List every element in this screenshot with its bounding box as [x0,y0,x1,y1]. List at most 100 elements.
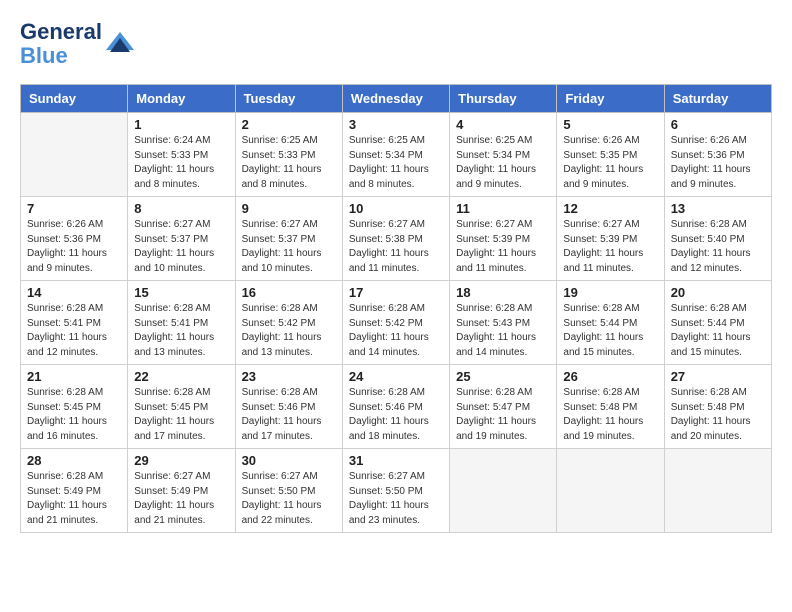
day-number: 23 [242,369,336,384]
calendar-cell: 20Sunrise: 6:28 AMSunset: 5:44 PMDayligh… [664,281,771,365]
calendar-cell: 13 Sunrise: 6:28 AMSunset: 5:40 PMDayligh… [664,197,771,281]
day-number: 11 [456,201,550,216]
day-number: 9 [242,201,336,216]
week-row-3: 14 Sunrise: 6:28 AMSunset: 5:41 PMDayligh… [21,281,772,365]
day-info: Sunrise: 6:27 AMSunset: 5:37 PMDaylight:… [242,218,336,276]
logo-icon [104,30,136,58]
calendar-cell: 29Sunrise: 6:27 AMSunset: 5:49 PMDayligh… [128,449,235,533]
day-number: 5 [563,117,657,132]
calendar-cell: 23Sunrise: 6:28 AMSunset: 5:46 PMDayligh… [235,365,342,449]
day-info: Sunrise: 6:25 AMSunset: 5:34 PMDaylight:… [349,134,443,192]
day-info: Sunrise: 6:28 AMSunset: 5:43 PMDaylight:… [456,302,550,360]
day-number: 1 [134,117,228,132]
day-info: Sunrise: 6:28 AMSunset: 5:44 PMDaylight:… [563,302,657,360]
day-number: 27 [671,369,765,384]
header: GeneralBlue [20,20,772,68]
day-info: Sunrise: 6:28 AMSunset: 5:42 PMDaylight:… [242,302,336,360]
day-info: Sunrise: 6:24 AMSunset: 5:33 PMDaylight:… [134,134,228,192]
logo-text: GeneralBlue [20,20,102,68]
week-row-2: 7 Sunrise: 6:26 AMSunset: 5:36 PMDaylight… [21,197,772,281]
week-row-1: 1 Sunrise: 6:24 AMSunset: 5:33 PMDaylight… [21,113,772,197]
calendar-cell: 10Sunrise: 6:27 AMSunset: 5:38 PMDayligh… [342,197,449,281]
day-number: 6 [671,117,765,132]
calendar-table: SundayMondayTuesdayWednesdayThursdayFrid… [20,84,772,533]
calendar-cell: 15 Sunrise: 6:28 AMSunset: 5:41 PMDayligh… [128,281,235,365]
calendar-cell: 21 Sunrise: 6:28 AMSunset: 5:45 PMDayligh… [21,365,128,449]
week-row-4: 21 Sunrise: 6:28 AMSunset: 5:45 PMDayligh… [21,365,772,449]
day-info: Sunrise: 6:25 AMSunset: 5:33 PMDaylight:… [242,134,336,192]
day-info: Sunrise: 6:26 AMSunset: 5:36 PMDaylight:… [27,218,121,276]
day-info: Sunrise: 6:28 AMSunset: 5:41 PMDaylight:… [27,302,121,360]
calendar-cell: 12Sunrise: 6:27 AMSunset: 5:39 PMDayligh… [557,197,664,281]
day-info: Sunrise: 6:28 AMSunset: 5:46 PMDaylight:… [349,386,443,444]
day-number: 17 [349,285,443,300]
calendar-cell: 8Sunrise: 6:27 AMSunset: 5:37 PMDaylight… [128,197,235,281]
day-info: Sunrise: 6:28 AMSunset: 5:48 PMDaylight:… [671,386,765,444]
calendar-cell: 22 Sunrise: 6:28 AMSunset: 5:45 PMDayligh… [128,365,235,449]
day-info: Sunrise: 6:27 AMSunset: 5:50 PMDaylight:… [242,470,336,528]
calendar-cell: 28 Sunrise: 6:28 AMSunset: 5:49 PMDayligh… [21,449,128,533]
col-header-tuesday: Tuesday [235,85,342,113]
day-info: Sunrise: 6:26 AMSunset: 5:36 PMDaylight:… [671,134,765,192]
day-number: 18 [456,285,550,300]
day-info: Sunrise: 6:27 AMSunset: 5:38 PMDaylight:… [349,218,443,276]
calendar-cell: 31 Sunrise: 6:27 AMSunset: 5:50 PMDayligh… [342,449,449,533]
day-number: 22 [134,369,228,384]
calendar-cell: 4 Sunrise: 6:25 AMSunset: 5:34 PMDaylight… [450,113,557,197]
col-header-saturday: Saturday [664,85,771,113]
calendar-cell [21,113,128,197]
calendar-cell: 25Sunrise: 6:28 AMSunset: 5:47 PMDayligh… [450,365,557,449]
day-number: 31 [349,453,443,468]
day-number: 7 [27,201,121,216]
header-row: SundayMondayTuesdayWednesdayThursdayFrid… [21,85,772,113]
calendar-cell: 18 Sunrise: 6:28 AMSunset: 5:43 PMDayligh… [450,281,557,365]
day-number: 13 [671,201,765,216]
day-info: Sunrise: 6:28 AMSunset: 5:41 PMDaylight:… [134,302,228,360]
day-number: 30 [242,453,336,468]
col-header-thursday: Thursday [450,85,557,113]
day-number: 15 [134,285,228,300]
calendar-cell: 26 Sunrise: 6:28 AMSunset: 5:48 PMDayligh… [557,365,664,449]
day-number: 3 [349,117,443,132]
day-number: 21 [27,369,121,384]
calendar-cell: 19 Sunrise: 6:28 AMSunset: 5:44 PMDayligh… [557,281,664,365]
day-info: Sunrise: 6:25 AMSunset: 5:34 PMDaylight:… [456,134,550,192]
calendar-cell [664,449,771,533]
col-header-wednesday: Wednesday [342,85,449,113]
day-number: 14 [27,285,121,300]
day-number: 28 [27,453,121,468]
day-number: 19 [563,285,657,300]
calendar-cell: 14 Sunrise: 6:28 AMSunset: 5:41 PMDayligh… [21,281,128,365]
day-number: 16 [242,285,336,300]
day-info: Sunrise: 6:28 AMSunset: 5:45 PMDaylight:… [134,386,228,444]
day-number: 24 [349,369,443,384]
col-header-sunday: Sunday [21,85,128,113]
calendar-cell: 30 Sunrise: 6:27 AMSunset: 5:50 PMDayligh… [235,449,342,533]
day-info: Sunrise: 6:28 AMSunset: 5:48 PMDaylight:… [563,386,657,444]
calendar-cell [450,449,557,533]
day-number: 2 [242,117,336,132]
day-info: Sunrise: 6:27 AMSunset: 5:50 PMDaylight:… [349,470,443,528]
day-info: Sunrise: 6:28 AMSunset: 5:45 PMDaylight:… [27,386,121,444]
calendar-cell: 11 Sunrise: 6:27 AMSunset: 5:39 PMDayligh… [450,197,557,281]
calendar-cell: 27 Sunrise: 6:28 AMSunset: 5:48 PMDayligh… [664,365,771,449]
day-number: 12 [563,201,657,216]
day-info: Sunrise: 6:27 AMSunset: 5:39 PMDaylight:… [456,218,550,276]
calendar-cell: 1 Sunrise: 6:24 AMSunset: 5:33 PMDaylight… [128,113,235,197]
logo: GeneralBlue [20,20,136,68]
calendar-cell: 16 Sunrise: 6:28 AMSunset: 5:42 PMDayligh… [235,281,342,365]
calendar-cell: 9 Sunrise: 6:27 AMSunset: 5:37 PMDaylight… [235,197,342,281]
day-number: 8 [134,201,228,216]
day-number: 26 [563,369,657,384]
calendar-cell: 17 Sunrise: 6:28 AMSunset: 5:42 PMDayligh… [342,281,449,365]
week-row-5: 28 Sunrise: 6:28 AMSunset: 5:49 PMDayligh… [21,449,772,533]
calendar-cell: 5Sunrise: 6:26 AMSunset: 5:35 PMDaylight… [557,113,664,197]
day-info: Sunrise: 6:28 AMSunset: 5:49 PMDaylight:… [27,470,121,528]
calendar-cell: 2 Sunrise: 6:25 AMSunset: 5:33 PMDaylight… [235,113,342,197]
day-number: 4 [456,117,550,132]
day-info: Sunrise: 6:28 AMSunset: 5:42 PMDaylight:… [349,302,443,360]
calendar-cell: 24 Sunrise: 6:28 AMSunset: 5:46 PMDayligh… [342,365,449,449]
calendar-cell [557,449,664,533]
calendar-cell: 6 Sunrise: 6:26 AMSunset: 5:36 PMDaylight… [664,113,771,197]
day-info: Sunrise: 6:28 AMSunset: 5:40 PMDaylight:… [671,218,765,276]
